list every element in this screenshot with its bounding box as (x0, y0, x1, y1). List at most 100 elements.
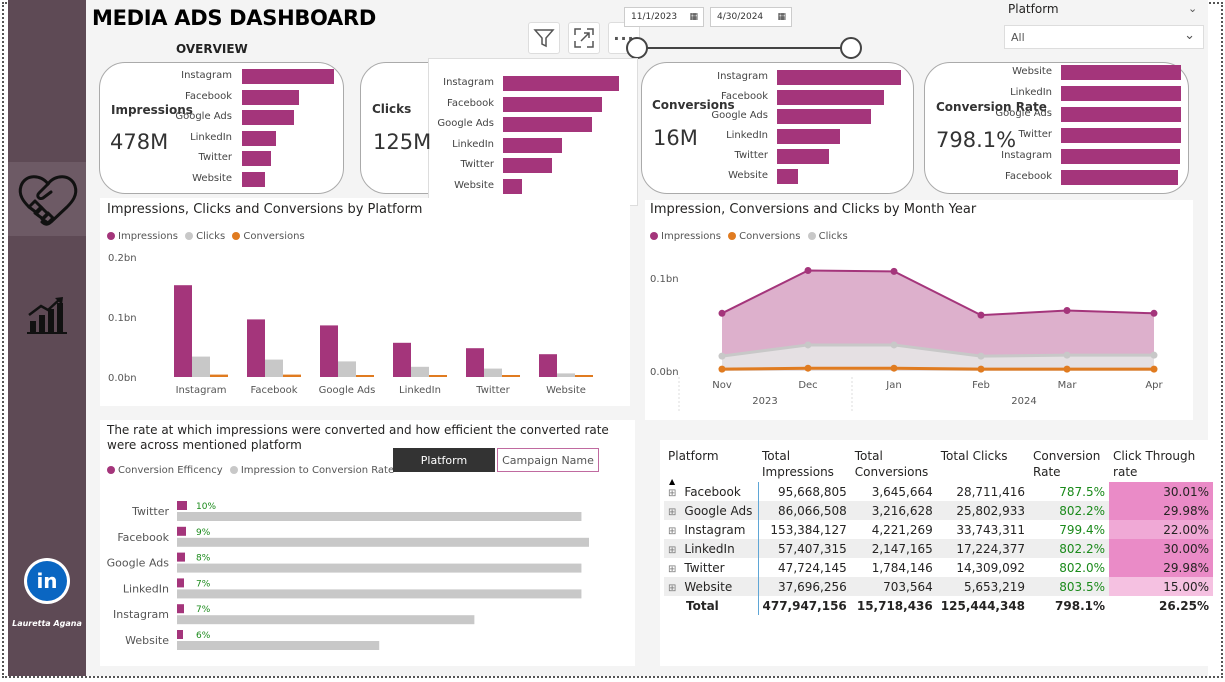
mini-bar-label: Website (728, 169, 768, 181)
mini-bar[interactable] (503, 76, 619, 91)
mini-bar[interactable] (1061, 170, 1178, 185)
mini-bar[interactable] (1061, 128, 1181, 143)
mini-bar[interactable] (777, 168, 798, 184)
date-slider-track[interactable] (636, 47, 852, 49)
mini-bar[interactable] (777, 109, 871, 125)
cell-platform: ⊞ Facebook (664, 482, 758, 501)
cell-conversions: 2,147,165 (871, 541, 933, 556)
date-slider-start-handle[interactable] (626, 37, 648, 59)
efficiency-bar (177, 630, 183, 639)
linkedin-icon[interactable]: in (24, 558, 70, 604)
start-date-input[interactable]: 11/1/2023 ▦ (624, 7, 704, 27)
efficiency-bar (177, 501, 187, 510)
mini-bar[interactable] (242, 89, 299, 105)
cell-platform: ⊞ Google Ads (664, 501, 758, 520)
expand-icon[interactable]: ⊞ (668, 488, 676, 499)
chart-legend: Conversion Efficency Impression to Conve… (107, 465, 394, 476)
mini-bar-label: Website (192, 172, 232, 184)
table-row[interactable]: ⊞ Twitter 47,724,145 1,784,146 14,309,092 802… (664, 558, 1214, 577)
expand-icon[interactable]: ⊞ (668, 545, 676, 556)
mini-bar[interactable] (1061, 107, 1181, 122)
focus-mode-button[interactable] (568, 22, 600, 54)
mini-bar[interactable] (503, 137, 562, 153)
campaign-name-toggle-button[interactable]: Campaign Name (497, 448, 599, 472)
mini-bar[interactable] (242, 110, 294, 125)
chart-title: Impressions, Clicks and Conversions by P… (107, 202, 423, 217)
category-label: Google Ads (107, 557, 170, 570)
mini-bar-label: Facebook (185, 90, 232, 102)
platform-dropdown[interactable]: All ⌄ (1004, 25, 1204, 49)
column-header[interactable]: Total Clicks (937, 446, 1029, 482)
platform-table: Platform Total Impressions Total Convers… (664, 446, 1214, 615)
mini-bar[interactable] (777, 89, 884, 105)
legend-swatch (229, 466, 238, 474)
mini-bar[interactable] (1061, 149, 1180, 164)
legend-label: Impressions (661, 231, 721, 242)
conversion-rate-bar (177, 641, 380, 650)
expand-icon[interactable]: ⊞ (668, 526, 676, 537)
page-title: MEDIA ADS DASHBOARD (92, 6, 377, 30)
table-row[interactable]: ⊞ Instagram 153,384,127 4,221,269 33,743,311… (664, 520, 1214, 539)
expand-icon[interactable]: ⊞ (668, 507, 676, 518)
column-header[interactable]: Total Impressions (758, 446, 851, 482)
mini-bar-label: Instagram (717, 71, 768, 82)
mini-bar-label: Facebook (1005, 171, 1052, 182)
date-slider-end-handle[interactable] (840, 37, 862, 59)
bar (393, 342, 411, 377)
filter-button[interactable] (528, 22, 560, 54)
conversion-rate-bar (177, 615, 475, 625)
expand-icon[interactable]: ⊞ (668, 583, 676, 594)
platform-bar-chart: 0.0bn 0.1bn 0.2bn Instagram Facebook Google A… (108, 253, 593, 396)
mini-bar[interactable] (242, 130, 276, 146)
cell-clicks: 25,802,933 (956, 503, 1026, 518)
chevron-down-icon[interactable]: ⌄ (1188, 2, 1197, 15)
legend-label: Clicks (196, 231, 226, 242)
mini-bar[interactable] (777, 129, 840, 145)
mini-bar[interactable] (1061, 65, 1181, 80)
mini-bar[interactable] (503, 117, 592, 132)
mini-bar-label: Google Ads (437, 118, 494, 129)
platform-toggle-button[interactable]: Platform (393, 448, 495, 472)
table-row[interactable]: ⊞ Facebook 95,668,805 3,645,664 28,711,416 78… (664, 482, 1214, 501)
data-point (1150, 351, 1158, 359)
mini-bar[interactable] (503, 158, 552, 173)
column-header[interactable]: Click Through rate (1109, 446, 1213, 482)
expand-icon[interactable]: ⊞ (668, 564, 676, 575)
mini-bar[interactable] (503, 178, 522, 194)
column-header[interactable]: Platform (664, 446, 758, 482)
mini-bar[interactable] (777, 70, 901, 85)
data-point (1150, 309, 1158, 317)
table-row[interactable]: ⊞ LinkedIn 57,407,315 2,147,165 17,224,377 80… (664, 539, 1214, 558)
mini-bar[interactable] (242, 69, 334, 84)
bar (174, 285, 192, 377)
cell-conversion-rate: 802.2% (1059, 541, 1106, 556)
mini-bar[interactable] (242, 151, 271, 166)
mini-bar[interactable] (1061, 86, 1181, 101)
growth-chart-icon[interactable] (26, 295, 68, 335)
column-header[interactable]: Conversion Rate (1029, 446, 1109, 482)
mini-bar-label: Twitter (198, 152, 232, 163)
handshake-icon[interactable] (15, 166, 81, 232)
data-label: 9% (196, 528, 211, 538)
platform-dropdown-value: All (1011, 31, 1025, 44)
cell-conversions: 1,784,146 (871, 560, 933, 575)
mini-bar[interactable] (777, 148, 829, 164)
category-label: Instagram (113, 608, 169, 621)
mini-bar[interactable] (503, 96, 602, 112)
table-row[interactable]: ⊞ Google Ads 86,066,508 3,216,628 25,802,933… (664, 501, 1214, 520)
cell-conversion-rate: 787.5% (1059, 484, 1106, 499)
data-point (718, 352, 726, 360)
mini-bar[interactable] (242, 171, 265, 187)
mini-bar-label: Website (1012, 66, 1052, 77)
cell-total-impressions: 477,947,156 (757, 596, 851, 615)
calendar-icon: ▦ (689, 12, 698, 22)
column-header[interactable]: Total Conversions (851, 446, 937, 482)
table-row[interactable]: ⊞ Website 37,696,256 703,564 5,653,219 803.5%… (664, 577, 1214, 596)
data-point (718, 365, 726, 373)
bar (192, 356, 210, 377)
data-point (1063, 307, 1071, 314)
end-date-input[interactable]: 4/30/2024 ▦ (710, 7, 792, 27)
legend-swatch (185, 232, 194, 240)
legend-label: Conversions (739, 231, 801, 242)
cell-platform: ⊞ Twitter (664, 558, 758, 577)
